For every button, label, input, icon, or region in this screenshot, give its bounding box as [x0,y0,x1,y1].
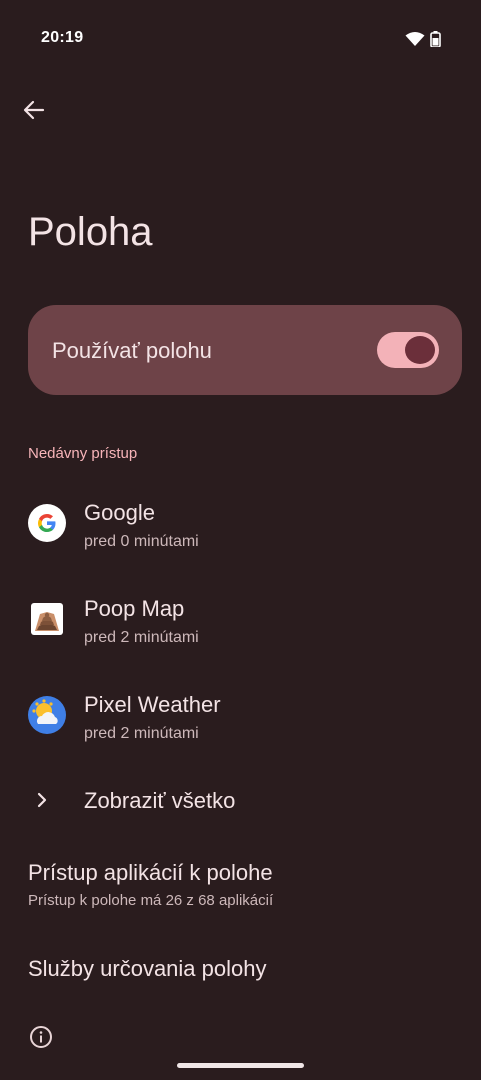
poop-map-icon [31,603,63,635]
app-name: Pixel Weather [84,692,221,717]
info-icon [30,1026,52,1048]
location-services-item[interactable]: Služby určovania polohy [28,956,266,982]
app-last-access: pred 2 minútami [84,629,199,646]
use-location-toggle-card[interactable]: Používať polohu [28,305,462,395]
status-bar: 20:19 [0,0,481,80]
google-icon [28,504,66,542]
app-last-access: pred 2 minútami [84,725,199,742]
recent-item-google[interactable]: Google pred 0 minútami [0,480,481,570]
back-button[interactable] [18,95,50,125]
see-all-label: Zobraziť všetko [84,788,236,813]
recent-item-poop-map[interactable]: Poop Map pred 2 minútami [0,576,481,666]
pixel-weather-icon [28,696,66,734]
page-title: Poloha [28,210,153,254]
use-location-label: Používať polohu [52,338,212,363]
gesture-nav-handle[interactable] [177,1063,304,1068]
recent-access-header: Nedávny prístup [28,445,138,462]
app-name: Poop Map [84,596,185,621]
setting-title: Prístup aplikácií k polohe [28,860,273,885]
setting-title: Služby určovania polohy [28,956,267,981]
chevron-right-icon [37,792,47,808]
battery-icon [430,31,441,47]
app-name: Google [84,500,155,525]
switch-thumb [405,336,435,364]
status-time: 20:19 [41,29,84,46]
wifi-icon [405,32,425,46]
app-last-access: pred 0 minútami [84,533,199,550]
arrow-back-icon [23,100,45,120]
use-location-switch[interactable] [377,332,439,368]
see-all-button[interactable]: Zobraziť všetko [0,770,481,830]
recent-item-pixel-weather[interactable]: Pixel Weather pred 2 minútami [0,672,481,762]
app-location-permissions-item[interactable]: Prístup aplikácií k polohe Prístup k pol… [28,860,273,909]
setting-subtitle: Prístup k polohe má 26 z 68 aplikácií [28,892,274,909]
